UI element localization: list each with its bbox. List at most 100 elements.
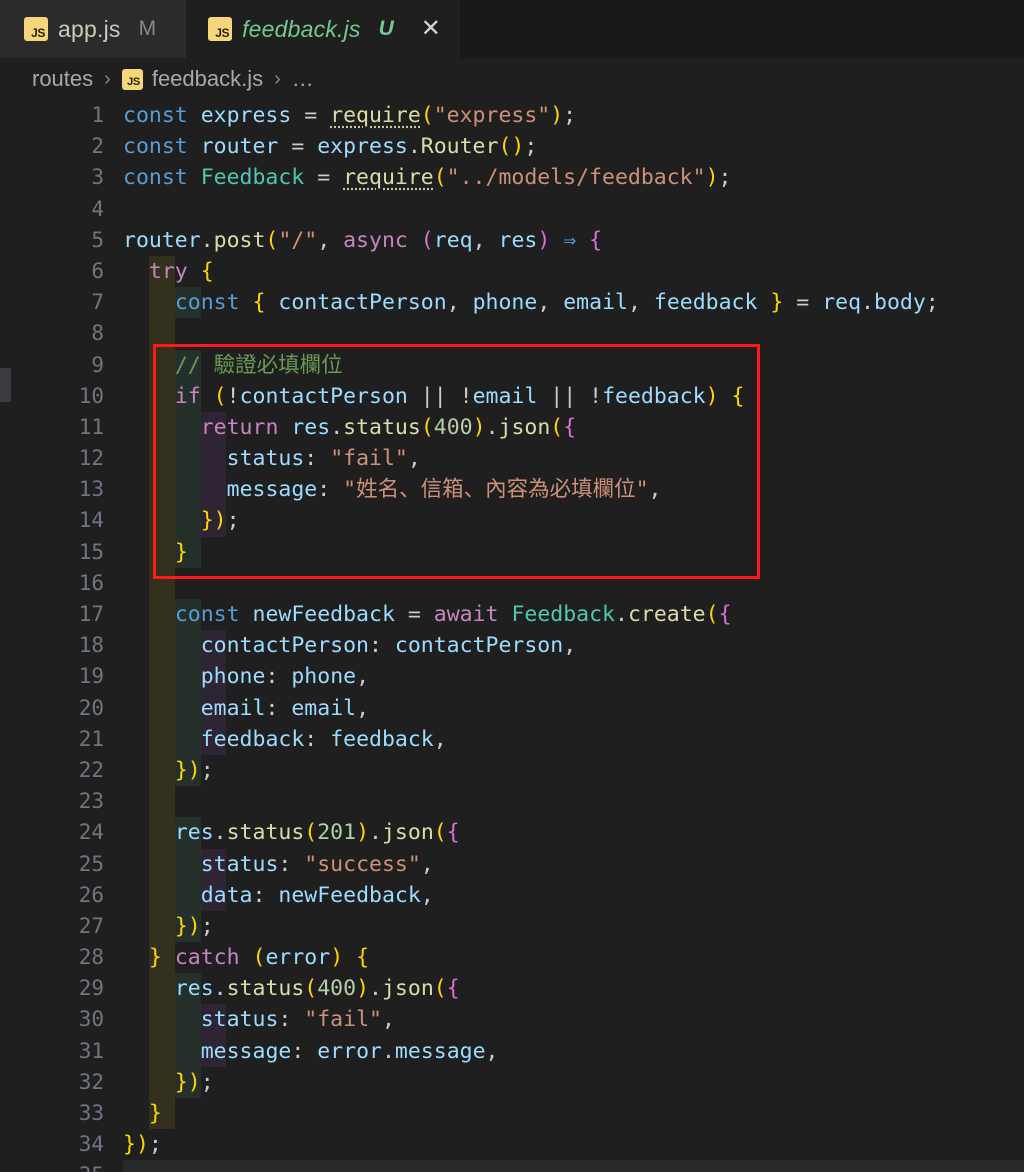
- line-number: 26: [78, 882, 104, 907]
- code-line[interactable]: 14 });: [0, 505, 1024, 537]
- code-line[interactable]: 6 try {: [0, 255, 1024, 288]
- line-number: 23: [78, 789, 104, 814]
- code-line[interactable]: 11 return res.status(400).json({: [0, 411, 1024, 444]
- breadcrumb-item-symbol[interactable]: …: [292, 66, 314, 92]
- line-number: 17: [78, 602, 104, 626]
- code-line[interactable]: 4: [0, 194, 1024, 225]
- tab-app-js[interactable]: JS app.js M: [0, 0, 187, 58]
- code-line[interactable]: 24 res.status(201).json({: [0, 817, 1024, 849]
- code-line[interactable]: 3 const Feedback = require("../models/fee…: [0, 162, 1024, 193]
- code-line[interactable]: 2 const router = express.Router();: [0, 131, 1024, 162]
- indent-scope-band: [148, 318, 175, 350]
- line-number: 33: [78, 1101, 104, 1125]
- code-line-text: });: [174, 913, 214, 939]
- line-number: 24: [78, 820, 104, 845]
- line-number: 29: [78, 976, 104, 1001]
- code-line-text: });: [174, 1069, 214, 1095]
- code-line[interactable]: 34});: [0, 1129, 1024, 1160]
- line-number: 1: [91, 103, 104, 127]
- code-line[interactable]: 17 const newFeedback = await Feedback.cr…: [0, 599, 1024, 631]
- code-line[interactable]: 31 message: error.message,: [0, 1035, 1024, 1067]
- code-line-text: }: [148, 1101, 162, 1126]
- line-number: 32: [78, 1069, 104, 1094]
- line-number: 13: [78, 477, 104, 502]
- indent-scope-band: [148, 567, 175, 599]
- js-file-icon: JS: [208, 17, 233, 41]
- tab-label: feedback.js: [242, 15, 361, 42]
- code-line[interactable]: 10 if (!contactPerson || !email || !feed…: [0, 380, 1024, 412]
- line-number: 8: [91, 321, 104, 346]
- code-editor[interactable]: 1 const express = require("express"); 2 con…: [0, 100, 1024, 1172]
- code-line-text: const express = require("express");: [123, 103, 577, 128]
- code-line[interactable]: 13 message: "姓名、信箱、內容為必填欄位",: [0, 474, 1024, 506]
- code-line-text: const Feedback = require("../models/feed…: [123, 165, 732, 191]
- indent-scope-band: [148, 786, 175, 818]
- code-line-text: message: "姓名、信箱、內容為必填欄位",: [226, 477, 662, 503]
- line-number: 6: [91, 258, 104, 283]
- line-number: 18: [78, 633, 104, 658]
- line-number: 27: [78, 913, 104, 938]
- code-line[interactable]: 22 });: [0, 754, 1024, 787]
- code-line[interactable]: 15 }: [0, 536, 1024, 568]
- code-line[interactable]: 8: [0, 318, 1024, 350]
- breadcrumb-item-folder[interactable]: routes: [32, 66, 93, 92]
- line-number: 4: [91, 196, 104, 221]
- code-line[interactable]: 20 email: email,: [0, 692, 1024, 724]
- code-line-text: const newFeedback = await Feedback.creat…: [174, 602, 732, 627]
- code-line[interactable]: 7 const { contactPerson, phone, email, f…: [0, 287, 1024, 319]
- tab-label: app.js: [58, 15, 121, 42]
- line-number: 5: [91, 227, 104, 252]
- editor-scroll-decoration: [0, 368, 11, 402]
- line-number: 30: [78, 1007, 104, 1032]
- line-number: 11: [78, 414, 104, 439]
- code-line-text: data: newFeedback,: [200, 882, 434, 908]
- code-line[interactable]: 30 status: "fail",: [0, 1004, 1024, 1036]
- code-line[interactable]: 25 status: "success",: [0, 848, 1024, 880]
- js-file-icon: JS: [121, 68, 143, 90]
- code-line[interactable]: 19 phone: phone,: [0, 661, 1024, 693]
- line-number: 19: [78, 664, 104, 689]
- line-number: 15: [78, 539, 104, 564]
- code-line[interactable]: 27 });: [0, 910, 1024, 943]
- code-line[interactable]: 29 res.status(400).json({: [0, 973, 1024, 1005]
- code-line-text: if (!contactPerson || !email || !feedbac…: [174, 383, 745, 409]
- code-line[interactable]: 26 data: newFeedback,: [0, 879, 1024, 911]
- code-line[interactable]: 35: [0, 1160, 1024, 1172]
- code-line[interactable]: 28 } catch (error) {: [0, 942, 1024, 974]
- line-number: 20: [78, 695, 104, 720]
- code-line-text: // 驗證必填欄位: [174, 352, 343, 378]
- current-line-highlight: [123, 1160, 1024, 1172]
- breadcrumb-item-file[interactable]: feedback.js: [152, 66, 263, 92]
- line-number: 16: [78, 570, 104, 595]
- line-number: 2: [91, 134, 104, 159]
- code-line-text: } catch (error) {: [148, 945, 370, 971]
- code-line-text: status: "success",: [200, 851, 434, 877]
- code-line[interactable]: 12 status: "fail",: [0, 443, 1024, 475]
- line-number: 12: [78, 446, 104, 471]
- editor-tab-bar: JS app.js M JS feedback.js U ✕: [0, 0, 1024, 58]
- code-line[interactable]: 32 });: [0, 1066, 1024, 1098]
- code-line-text: return res.status(400).json({: [200, 414, 577, 440]
- line-number: 31: [78, 1038, 104, 1063]
- code-line-text: router.post("/", async (req, res) ⇒ {: [123, 227, 603, 253]
- code-line[interactable]: 33 }: [0, 1098, 1024, 1130]
- code-line-text: status: "fail",: [200, 1007, 395, 1033]
- code-line[interactable]: 9 // 驗證必填欄位: [0, 349, 1024, 381]
- code-line[interactable]: 1 const express = require("express");: [0, 100, 1024, 131]
- code-line[interactable]: 16: [0, 567, 1024, 599]
- code-line[interactable]: 23: [0, 786, 1024, 818]
- close-icon[interactable]: ✕: [418, 16, 444, 42]
- tab-feedback-js[interactable]: JS feedback.js U ✕: [186, 0, 460, 58]
- code-line[interactable]: 5 router.post("/", async (req, res) ⇒ {: [0, 225, 1024, 256]
- chevron-right-icon: ›: [274, 67, 281, 90]
- line-number: 34: [78, 1132, 104, 1157]
- line-number: 3: [91, 165, 104, 190]
- code-line[interactable]: 18 contactPerson: contactPerson,: [0, 630, 1024, 662]
- code-line-text: });: [174, 757, 214, 783]
- code-line[interactable]: 21 feedback: feedback,: [0, 723, 1024, 755]
- line-number: 28: [78, 945, 104, 970]
- code-line-text: const { contactPerson, phone, email, fee…: [174, 290, 939, 316]
- line-number: 35: [0, 1160, 104, 1172]
- code-line-text: res.status(201).json({: [174, 820, 460, 846]
- tab-untracked-badge: U: [378, 17, 394, 40]
